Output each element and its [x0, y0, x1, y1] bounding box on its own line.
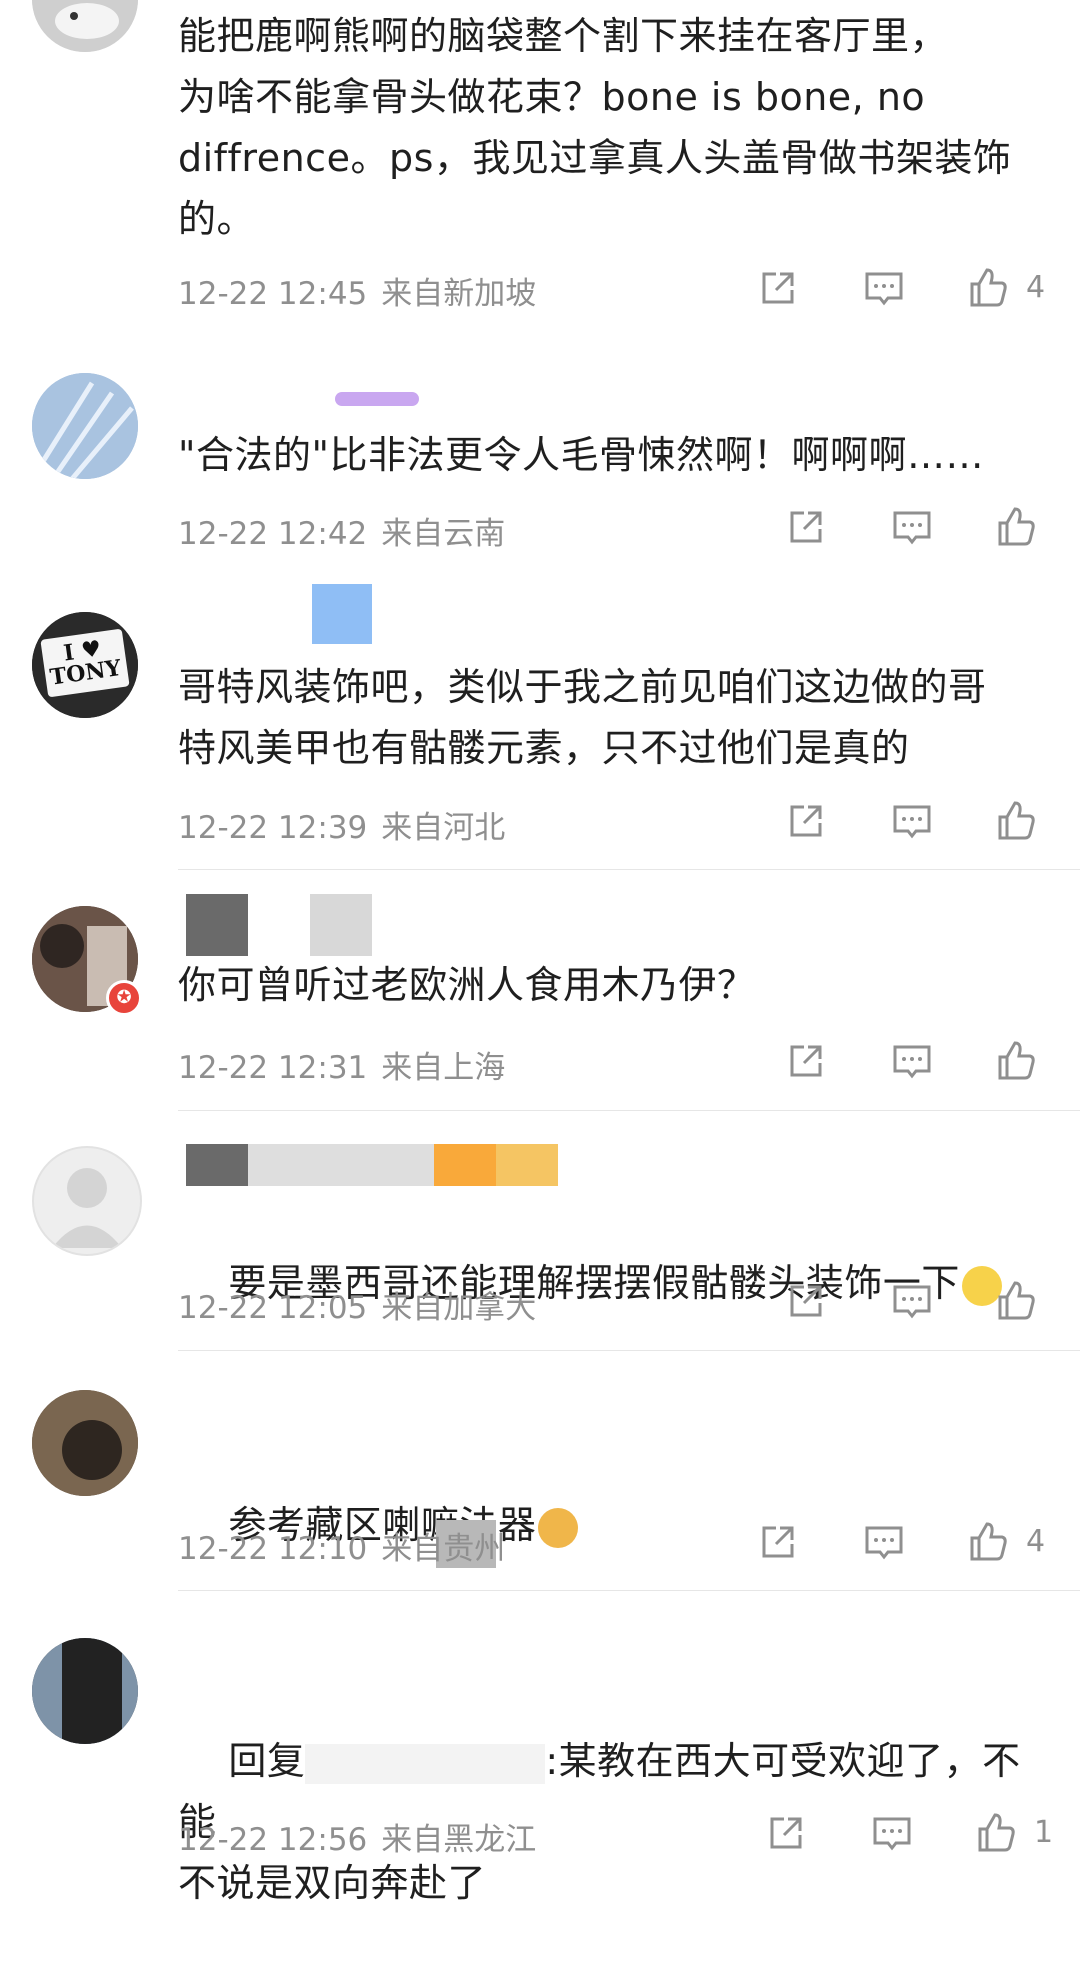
comment-icon[interactable] — [890, 799, 934, 843]
like-icon[interactable] — [966, 266, 1010, 310]
star-badge-icon: ✪ — [106, 980, 142, 1016]
share-icon[interactable] — [756, 266, 800, 310]
divider — [178, 1350, 1080, 1351]
comment-icon[interactable] — [870, 1811, 914, 1855]
divider — [178, 1590, 1080, 1591]
user-name-blur — [248, 1144, 434, 1186]
like-icon[interactable] — [974, 1811, 1018, 1855]
comment-location: 来自新加坡 — [381, 276, 537, 312]
share-icon[interactable] — [784, 505, 828, 549]
comment-icon[interactable] — [862, 266, 906, 310]
comment-location: 来自云南 — [381, 516, 506, 552]
comment-time: 12-22 12:56 — [178, 1822, 368, 1858]
avatar[interactable] — [32, 1390, 138, 1496]
emoji-dog-icon — [538, 1507, 579, 1548]
share-icon[interactable] — [784, 1279, 828, 1323]
comment-time: 12-22 12:05 — [178, 1290, 368, 1326]
user-name-blur — [186, 1144, 248, 1186]
comment-meta: 12-22 12:42 来自云南 — [178, 508, 505, 553]
comment-icon[interactable] — [862, 1520, 906, 1564]
comment-meta: 12-22 12:31 来自上海 — [178, 1042, 505, 1087]
comment-location: 来自贵州 — [381, 1531, 506, 1567]
comment-text: 能把鹿啊熊啊的脑袋整个割下来挂在客厅里， 为啥不能拿骨头做花束？bone is … — [178, 14, 1012, 241]
like-icon[interactable] — [994, 799, 1038, 843]
comment-meta: 12-22 12:10 来自贵州 — [178, 1523, 505, 1568]
avatar[interactable] — [32, 0, 138, 52]
comment-meta: 12-22 12:39 来自河北 — [178, 802, 505, 847]
avatar-tony-label: I ♥ TONY — [48, 635, 123, 691]
comment-time: 12-22 12:45 — [178, 276, 368, 312]
user-name-blur — [310, 894, 372, 956]
user-badge — [335, 392, 419, 406]
comment-location: 来自黑龙江 — [381, 1822, 537, 1858]
comment-text: 哥特风装饰吧，类似于我之前见咱们这边做的哥 特风美甲也有骷髅元素，只不过他们是真… — [178, 665, 987, 770]
comment-location: 来自加拿大 — [381, 1290, 537, 1326]
comment-location: 来自上海 — [381, 1050, 506, 1086]
share-icon[interactable] — [784, 799, 828, 843]
like-count: 1 — [1034, 1815, 1054, 1850]
comment-icon[interactable] — [890, 1039, 934, 1083]
like-icon[interactable] — [994, 1039, 1038, 1083]
like-icon[interactable] — [994, 505, 1038, 549]
comment-icon[interactable] — [890, 1279, 934, 1323]
avatar[interactable] — [32, 373, 138, 479]
comment-meta: 12-22 12:45 来自新加坡 — [178, 268, 536, 313]
like-count: 4 — [1026, 1524, 1046, 1559]
user-name-blur — [312, 584, 372, 644]
comment-text: 你可曾听过老欧洲人食用木乃伊？ — [178, 963, 756, 1007]
comment-reply-prefix: 回复 — [228, 1739, 306, 1783]
avatar[interactable] — [32, 1638, 138, 1744]
comment-time: 12-22 12:39 — [178, 810, 368, 846]
comment-time: 12-22 12:42 — [178, 516, 368, 552]
comment-time: 12-22 12:10 — [178, 1531, 368, 1567]
comment-location: 来自河北 — [381, 810, 506, 846]
avatar[interactable] — [32, 1146, 142, 1256]
comment-icon[interactable] — [890, 505, 934, 549]
like-icon[interactable] — [994, 1279, 1038, 1323]
reply-user-blur — [305, 1743, 546, 1784]
share-icon[interactable] — [784, 1039, 828, 1083]
share-icon[interactable] — [764, 1811, 808, 1855]
like-count: 4 — [1026, 270, 1046, 305]
comment-meta: 12-22 12:56 来自黑龙江 — [178, 1814, 536, 1859]
share-icon[interactable] — [756, 1520, 800, 1564]
comment-time: 12-22 12:31 — [178, 1050, 368, 1086]
comment-meta: 12-22 12:05 来自加拿大 — [178, 1282, 536, 1327]
comment-text: "合法的"比非法更令人毛骨悚然啊！啊啊啊…… — [178, 433, 984, 477]
divider — [178, 869, 1080, 870]
user-name-blur — [496, 1144, 558, 1186]
divider — [178, 1110, 1080, 1111]
user-name-blur — [434, 1144, 496, 1186]
like-icon[interactable] — [966, 1520, 1010, 1564]
user-name-blur — [186, 894, 248, 956]
